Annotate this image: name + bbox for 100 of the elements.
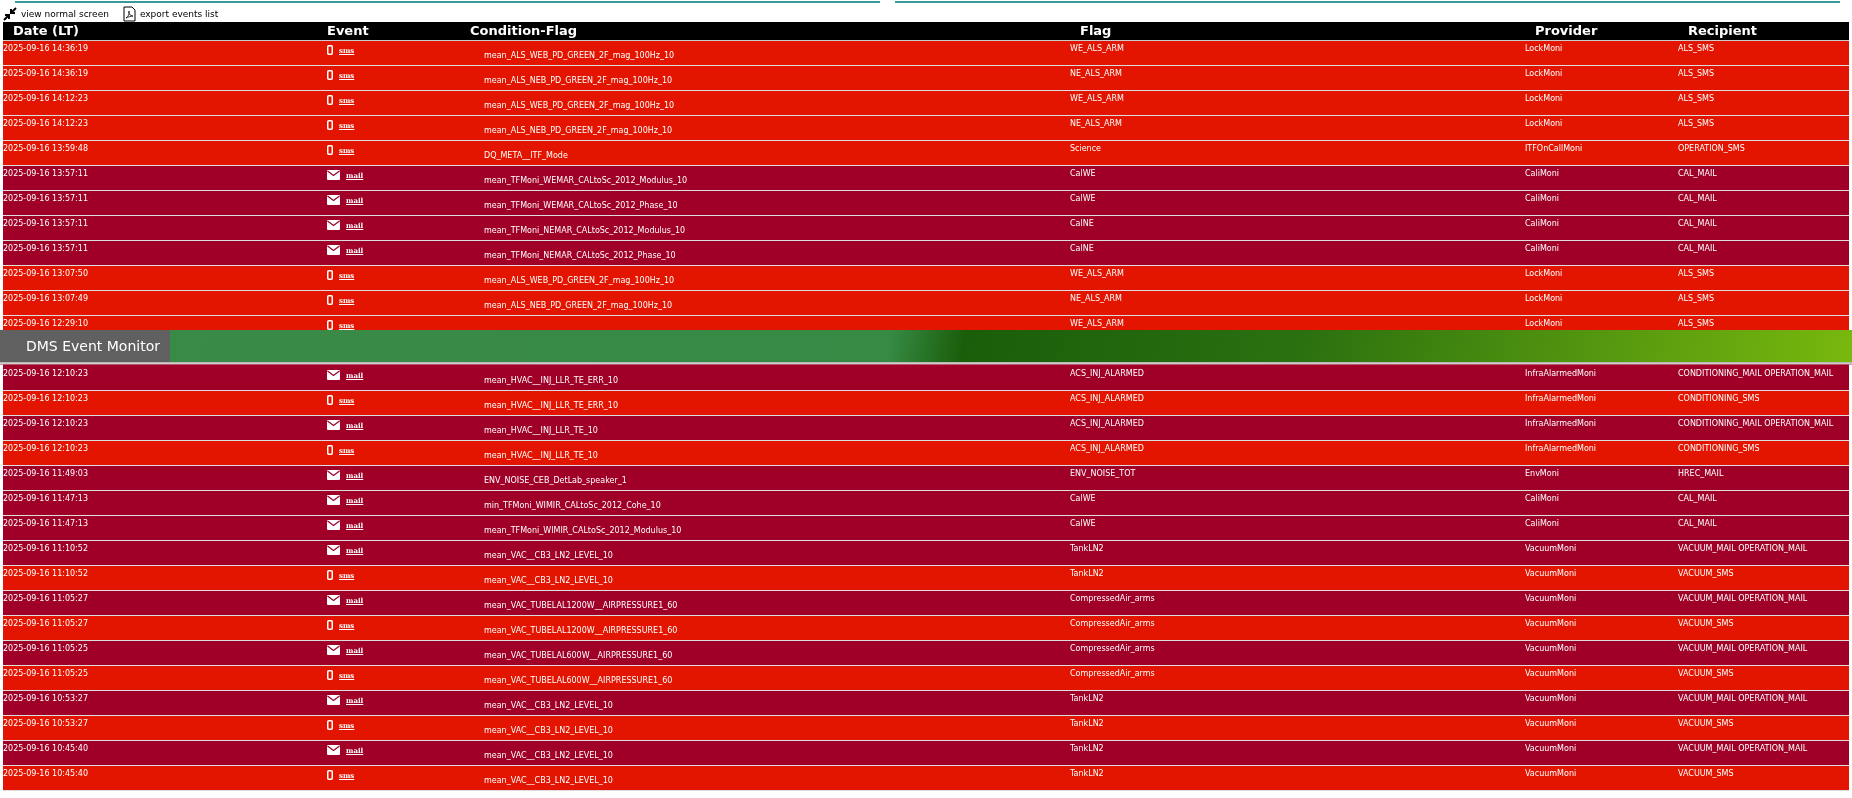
date-cell-text: 2025-09-16 14:36:19: [3, 43, 89, 55]
phone-icon: [327, 295, 333, 305]
export-link[interactable]: export events list: [122, 6, 219, 22]
flag-cell-text: TankLN2: [1070, 718, 1105, 730]
phone-icon: [327, 570, 333, 580]
provider-cell-text: LockMoni: [1525, 93, 1564, 105]
recipient-cell-text: CAL_MAIL: [1678, 493, 1718, 505]
envelope-icon: [327, 695, 340, 705]
recipient-cell-text: VACUUM_SMS: [1678, 568, 1735, 580]
provider-cell-text: VacuumMoni: [1525, 743, 1578, 755]
condition-cell-text: mean_ALS_WEB_PD_GREEN_2F_mag_100Hz_10: [483, 275, 676, 287]
envelope-icon: [327, 520, 340, 530]
envelope-icon: [327, 645, 340, 655]
recipient-cell-text: CAL_MAIL: [1678, 243, 1718, 255]
provider-cell-text: LockMoni: [1525, 318, 1564, 330]
envelope-icon: [327, 420, 340, 430]
flag-cell-text: CompressedAir_arms: [1070, 668, 1156, 680]
date-cell-text: 2025-09-16 12:10:23: [3, 418, 89, 430]
condition-cell-text: mean_VAC_TUBELAL1200W__AIRPRESSURE1_60: [483, 625, 679, 637]
date-cell-text: 2025-09-16 14:36:19: [3, 68, 89, 80]
condition-cell-text: mean_VAC_TUBELAL1200W__AIRPRESSURE1_60: [483, 600, 679, 612]
recipient-cell-text: VACUUM_SMS: [1678, 668, 1735, 680]
home-link[interactable]: DMS Event Monitor: [0, 330, 170, 362]
envelope-icon: [327, 170, 340, 180]
date-cell-text: 2025-09-16 12:10:23: [3, 443, 89, 455]
flag-cell-text: WE_ALS_ARM: [1070, 93, 1125, 105]
date-cell-text: 2025-09-16 12:10:23: [3, 368, 89, 380]
phone-icon: [327, 770, 333, 780]
phone-icon: [327, 395, 333, 405]
recipient-cell-text: OPERATION_SMS: [1678, 143, 1746, 155]
condition-cell-text: mean_ALS_WEB_PD_GREEN_2F_mag_100Hz_10: [483, 100, 676, 112]
condition-cell-text: mean_VAC__CB3_LN2_LEVEL_10: [483, 750, 614, 762]
condition-cell-text: mean_ALS_NEB_PD_GREEN_2F_mag_100Hz_10: [483, 125, 674, 137]
flag-cell-text: Science: [1070, 143, 1102, 155]
recipient-cell-text: CAL_MAIL: [1678, 168, 1718, 180]
provider-cell-text: CaliMoni: [1525, 518, 1561, 530]
phone-icon: [327, 320, 333, 330]
recipient-cell-text: ALS_SMS: [1678, 268, 1716, 280]
recipient-cell-text: CONDITIONING_SMS: [1678, 393, 1761, 405]
flag-cell-text: CalWE: [1070, 493, 1097, 505]
recipient-cell-text: VACUUM_SMS: [1678, 618, 1735, 630]
column-header: Condition-Flag: [469, 22, 579, 40]
condition-cell-text: mean_HVAC__INJ_LLR_TE_ERR_10: [483, 400, 620, 412]
provider-cell-text: InfraAlarmedMoni: [1525, 368, 1598, 380]
envelope-icon: [327, 220, 340, 230]
condition-cell-text: mean_ALS_NEB_PD_GREEN_2F_mag_100Hz_10: [483, 300, 674, 312]
provider-cell-text: ITFOnCallMoni: [1525, 143, 1584, 155]
column-header: Date (LT): [12, 22, 80, 40]
flag-cell-text: WE_ALS_ARM: [1070, 318, 1125, 330]
condition-cell-text: mean_TFMoni_WEMAR_CALtoSc_2012_Phase_10: [483, 200, 679, 212]
recipient-cell-text: CAL_MAIL: [1678, 518, 1718, 530]
provider-cell-text: InfraAlarmedMoni: [1525, 418, 1598, 430]
condition-cell-text: mean_VAC__CB3_LN2_LEVEL_10: [483, 700, 614, 712]
provider-cell-text: LockMoni: [1525, 68, 1564, 80]
phone-icon: [327, 120, 333, 130]
flag-cell-text: TankLN2: [1070, 768, 1105, 780]
condition-cell-text: ENV_NOISE_CEB_DetLab_speaker_1: [483, 475, 628, 487]
flag-cell-text: NE_ALS_ARM: [1070, 68, 1123, 80]
date-cell-text: 2025-09-16 13:59:48: [3, 143, 89, 155]
provider-cell-text: InfraAlarmedMoni: [1525, 443, 1598, 455]
flag-cell-text: ACS_INJ_ALARMED: [1070, 443, 1145, 455]
flag-cell-text: CompressedAir_arms: [1070, 618, 1156, 630]
provider-cell-text: EnvMoni: [1525, 468, 1560, 480]
flag-cell-text: CompressedAir_arms: [1070, 643, 1156, 655]
phone-icon: [327, 45, 333, 55]
date-cell-text: 2025-09-16 13:07:49: [3, 293, 89, 305]
view-mode-link[interactable]: view normal screen: [3, 7, 109, 21]
provider-cell-text: LockMoni: [1525, 118, 1564, 130]
condition-cell-text: mean_VAC_TUBELAL600W__AIRPRESSURE1_60: [483, 675, 674, 687]
phone-icon: [327, 620, 333, 630]
provider-cell-text: VacuumMoni: [1525, 568, 1578, 580]
recipient-cell-text: ALS_SMS: [1678, 93, 1716, 105]
condition-cell-text: mean_ALS_WEB_PD_GREEN_2F_mag_100Hz_10: [483, 50, 676, 62]
date-cell-text: 2025-09-16 11:05:25: [3, 643, 89, 655]
condition-cell-text: mean_TFMoni_WEMAR_CALtoSc_2012_Modulus_10: [483, 175, 689, 187]
condition-cell-text: mean_VAC__CB3_LN2_LEVEL_10: [483, 550, 614, 562]
provider-cell-text: VacuumMoni: [1525, 693, 1578, 705]
condition-cell-text: mean_HVAC__INJ_LLR_TE_ERR_10: [483, 375, 620, 387]
phone-icon: [327, 70, 333, 80]
flag-cell-text: TankLN2: [1070, 693, 1105, 705]
date-cell-text: 2025-09-16 14:12:23: [3, 118, 89, 130]
date-cell-text: 2025-09-16 11:49:03: [3, 468, 89, 480]
date-cell-text: 2025-09-16 13:57:11: [3, 218, 89, 230]
condition-cell-text: mean_VAC__CB3_LN2_LEVEL_10: [483, 775, 614, 787]
recipient-cell-text: CONDITIONING_SMS: [1678, 443, 1761, 455]
phone-icon: [327, 445, 333, 455]
provider-cell-text: CaliMoni: [1525, 193, 1561, 205]
recipient-cell-text: CONDITIONING_MAIL OPERATION_MAIL: [1678, 368, 1835, 380]
provider-cell-text: CaliMoni: [1525, 243, 1561, 255]
condition-cell-text: mean_VAC__CB3_LN2_LEVEL_10: [483, 575, 614, 587]
envelope-icon: [327, 470, 340, 480]
column-header: Recipient: [1687, 22, 1759, 40]
envelope-icon: [327, 245, 340, 255]
date-cell-text: 2025-09-16 13:57:11: [3, 243, 89, 255]
provider-cell-text: VacuumMoni: [1525, 593, 1578, 605]
column-header: Event: [326, 22, 370, 40]
date-cell-text: 2025-09-16 12:29:10: [3, 318, 89, 330]
flag-cell-text: CalWE: [1070, 518, 1097, 530]
recipient-cell-text: ALS_SMS: [1678, 43, 1716, 55]
condition-cell-text: DQ_META__ITF_Mode: [483, 150, 569, 162]
